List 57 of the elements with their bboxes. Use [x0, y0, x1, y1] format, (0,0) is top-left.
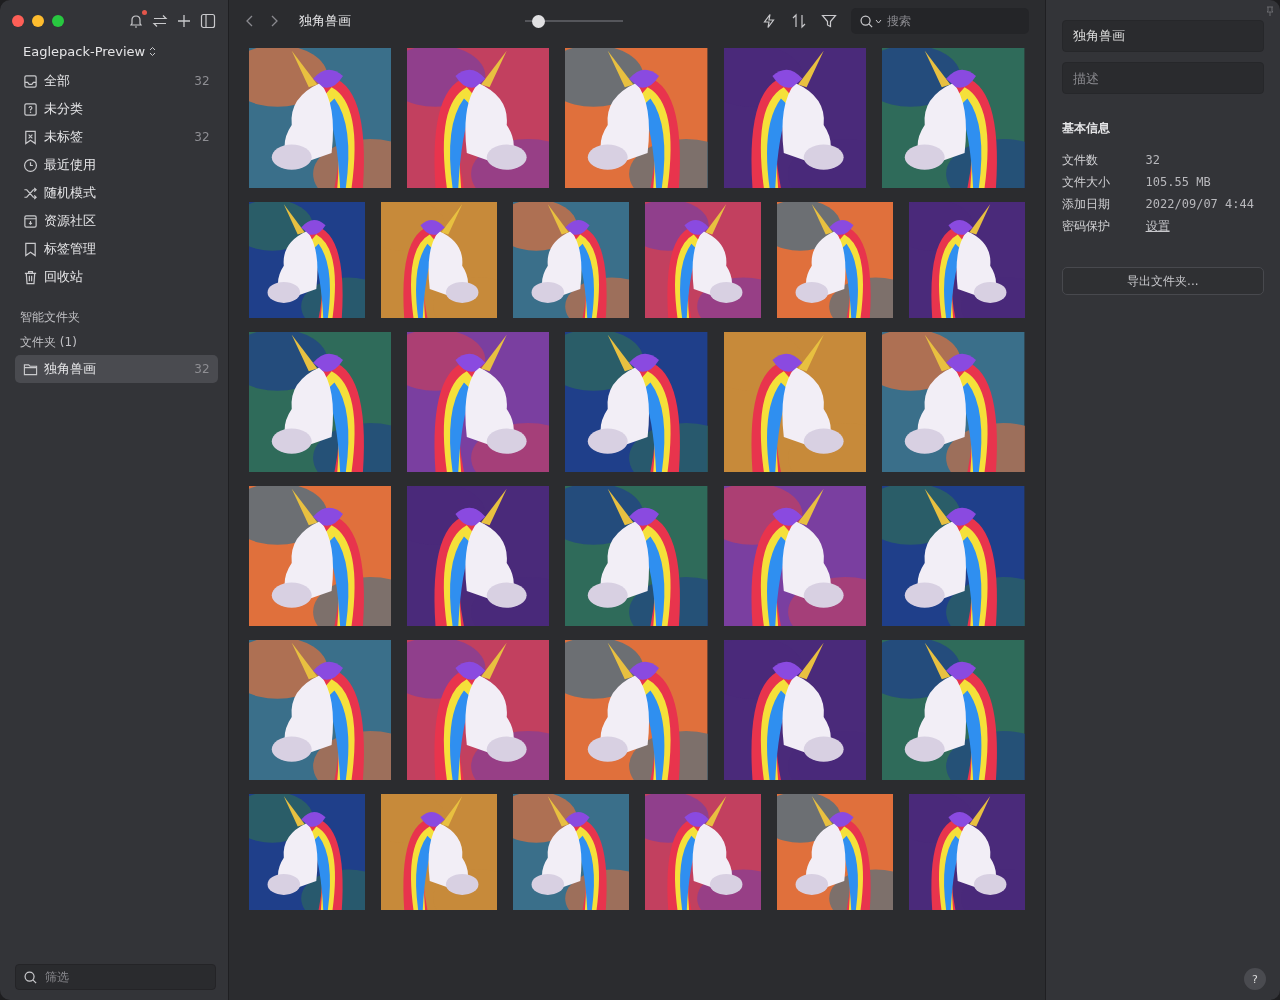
- export-folder-button[interactable]: 导出文件夹...: [1061, 267, 1264, 295]
- shuffle-icon: [23, 185, 38, 201]
- section-heading: 基本信息: [1061, 120, 1111, 137]
- sort-icon[interactable]: [790, 13, 807, 29]
- folder-item[interactable]: 独角兽画 32: [15, 355, 218, 383]
- lightning-icon[interactable]: [760, 13, 777, 29]
- set-link[interactable]: 设置: [1145, 217, 1170, 235]
- info-value: 2022/09/07 4:44: [1145, 197, 1254, 211]
- item-count: 32: [194, 362, 210, 376]
- plus-icon[interactable]: [175, 13, 192, 29]
- trash-icon: [23, 269, 38, 285]
- help-button[interactable]: ?: [1244, 968, 1266, 990]
- item-count: 32: [194, 74, 210, 88]
- search-icon: [858, 14, 874, 29]
- minimize-button[interactable]: [32, 15, 44, 27]
- caret-icon: [874, 19, 882, 24]
- filter-field[interactable]: 筛选: [15, 964, 216, 990]
- question-icon: [23, 101, 38, 117]
- folder-icon: [23, 361, 38, 377]
- search-icon: [23, 970, 38, 985]
- description-field[interactable]: 描述: [1061, 62, 1264, 94]
- bookmark-icon: [23, 241, 38, 257]
- info-value: 105.55 MB: [1145, 175, 1211, 189]
- sidebar-toggle-icon[interactable]: [199, 13, 216, 29]
- sidebar-item[interactable]: 资源社区: [15, 207, 218, 235]
- folder-title: 独角兽画: [298, 12, 351, 30]
- info-label: 添加日期: [1061, 195, 1111, 213]
- section-heading[interactable]: 文件夹 (1): [20, 330, 228, 355]
- sidebar-item[interactable]: 未分类: [15, 95, 218, 123]
- close-button[interactable]: [12, 15, 24, 27]
- sidebar-item[interactable]: 最近使用: [15, 151, 218, 179]
- sidebar-item[interactable]: 随机模式: [15, 179, 218, 207]
- search-field[interactable]: 搜索: [850, 8, 1029, 34]
- sidebar-item[interactable]: 回收站: [15, 263, 218, 291]
- notification-dot: [141, 10, 147, 15]
- section-heading[interactable]: 智能文件夹: [20, 305, 228, 330]
- slider-thumb[interactable]: [532, 14, 546, 28]
- download-box-icon: [23, 213, 38, 229]
- sidebar-item[interactable]: 未标签 32: [15, 123, 218, 151]
- back-icon[interactable]: [244, 14, 255, 28]
- info-label: 文件数: [1061, 151, 1099, 169]
- info-label: 密码保护: [1061, 217, 1111, 235]
- filter-icon[interactable]: [820, 13, 837, 29]
- sidebar-item[interactable]: 全部 32: [15, 67, 218, 95]
- zoom-button[interactable]: [52, 15, 64, 27]
- bookmark-x-icon: [23, 129, 38, 145]
- sidebar-item[interactable]: 标签管理: [15, 235, 218, 263]
- name-field[interactable]: 独角兽画: [1061, 20, 1264, 52]
- clock-icon: [23, 157, 38, 173]
- swap-icon[interactable]: [151, 13, 168, 29]
- library-switcher[interactable]: Eaglepack-Preview: [23, 44, 157, 59]
- chevron-updown-icon: [149, 46, 157, 57]
- info-label: 文件大小: [1061, 173, 1111, 191]
- inbox-icon: [23, 73, 38, 89]
- item-count: 32: [194, 130, 210, 144]
- bell-icon[interactable]: [127, 13, 144, 29]
- info-value: 32: [1145, 153, 1161, 167]
